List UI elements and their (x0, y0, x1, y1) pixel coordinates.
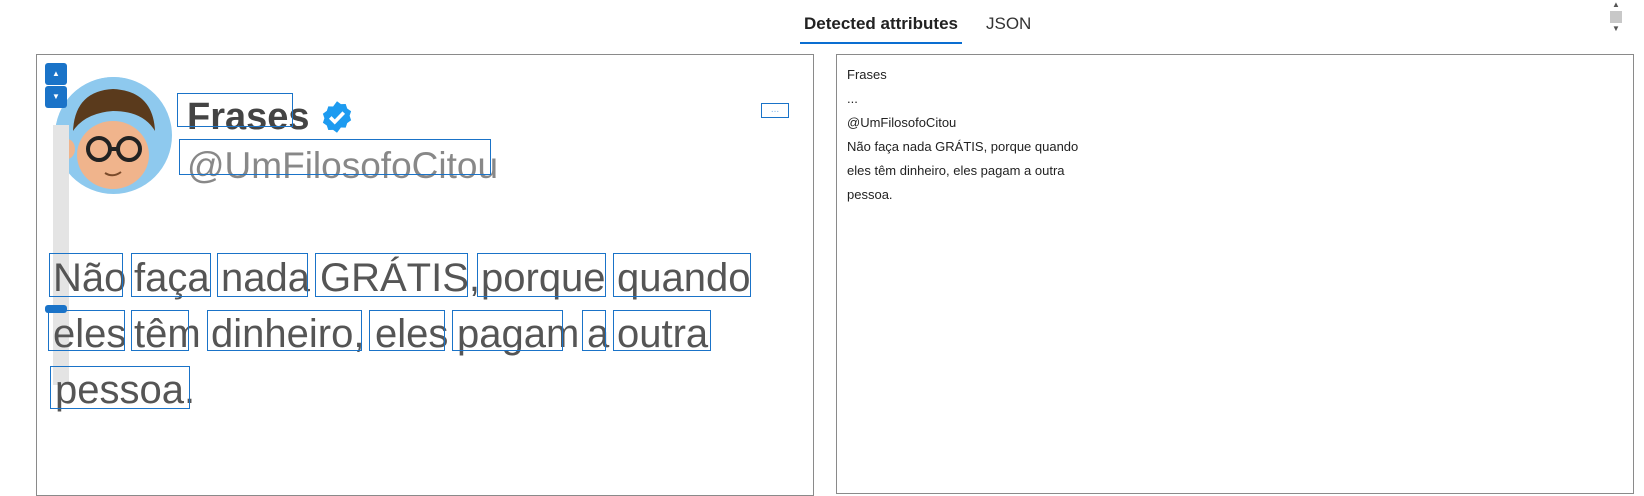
zoom-out-button[interactable]: ▼ (45, 86, 67, 108)
scroll-down-icon[interactable]: ▼ (1609, 24, 1623, 34)
detection-box (315, 253, 468, 297)
image-preview: ▲ ▼ Frases @UmFilosofoCitou ... Não faça… (36, 54, 814, 496)
detection-box (613, 253, 751, 297)
attribute-line: Não faça nada GRÁTIS, porque quando (847, 139, 1079, 154)
detection-box (217, 253, 308, 297)
attribute-line: @UmFilosofoCitou (847, 115, 957, 130)
attribute-line: pessoa. (847, 187, 893, 202)
detection-box (49, 253, 123, 297)
detection-box (177, 93, 293, 127)
attribute-line: Frases (847, 67, 887, 82)
detection-box (48, 310, 125, 351)
tab-bar: Detected attributes JSON (800, 0, 1055, 44)
detection-box (131, 253, 211, 297)
scroll-up-icon[interactable]: ▲ (1609, 0, 1623, 10)
detection-box (179, 139, 491, 175)
scroll-thumb[interactable] (1610, 11, 1622, 23)
attribute-line: ... (847, 91, 858, 106)
detection-box (369, 310, 445, 351)
tab-detected-attributes[interactable]: Detected attributes (800, 14, 962, 44)
attribute-line: eles têm dinheiro, eles pagam a outra (847, 163, 1065, 178)
detection-box (131, 310, 189, 351)
detection-box (50, 366, 190, 409)
detection-box (582, 310, 606, 351)
cartoon-avatar-icon (55, 77, 171, 193)
tab-json[interactable]: JSON (982, 14, 1035, 44)
detection-box (477, 253, 606, 297)
detection-box (452, 310, 563, 351)
detection-box (207, 310, 362, 351)
attributes-panel: Frases ... @UmFilosofoCitou Não faça nad… (836, 54, 1634, 494)
detection-box (613, 310, 711, 351)
attributes-scrollbar[interactable]: ▲ ▼ (1609, 0, 1623, 40)
zoom-in-button[interactable]: ▲ (45, 63, 67, 85)
avatar (55, 77, 172, 194)
more-options-icon[interactable]: ... (761, 103, 789, 118)
verified-badge-icon (322, 101, 352, 133)
